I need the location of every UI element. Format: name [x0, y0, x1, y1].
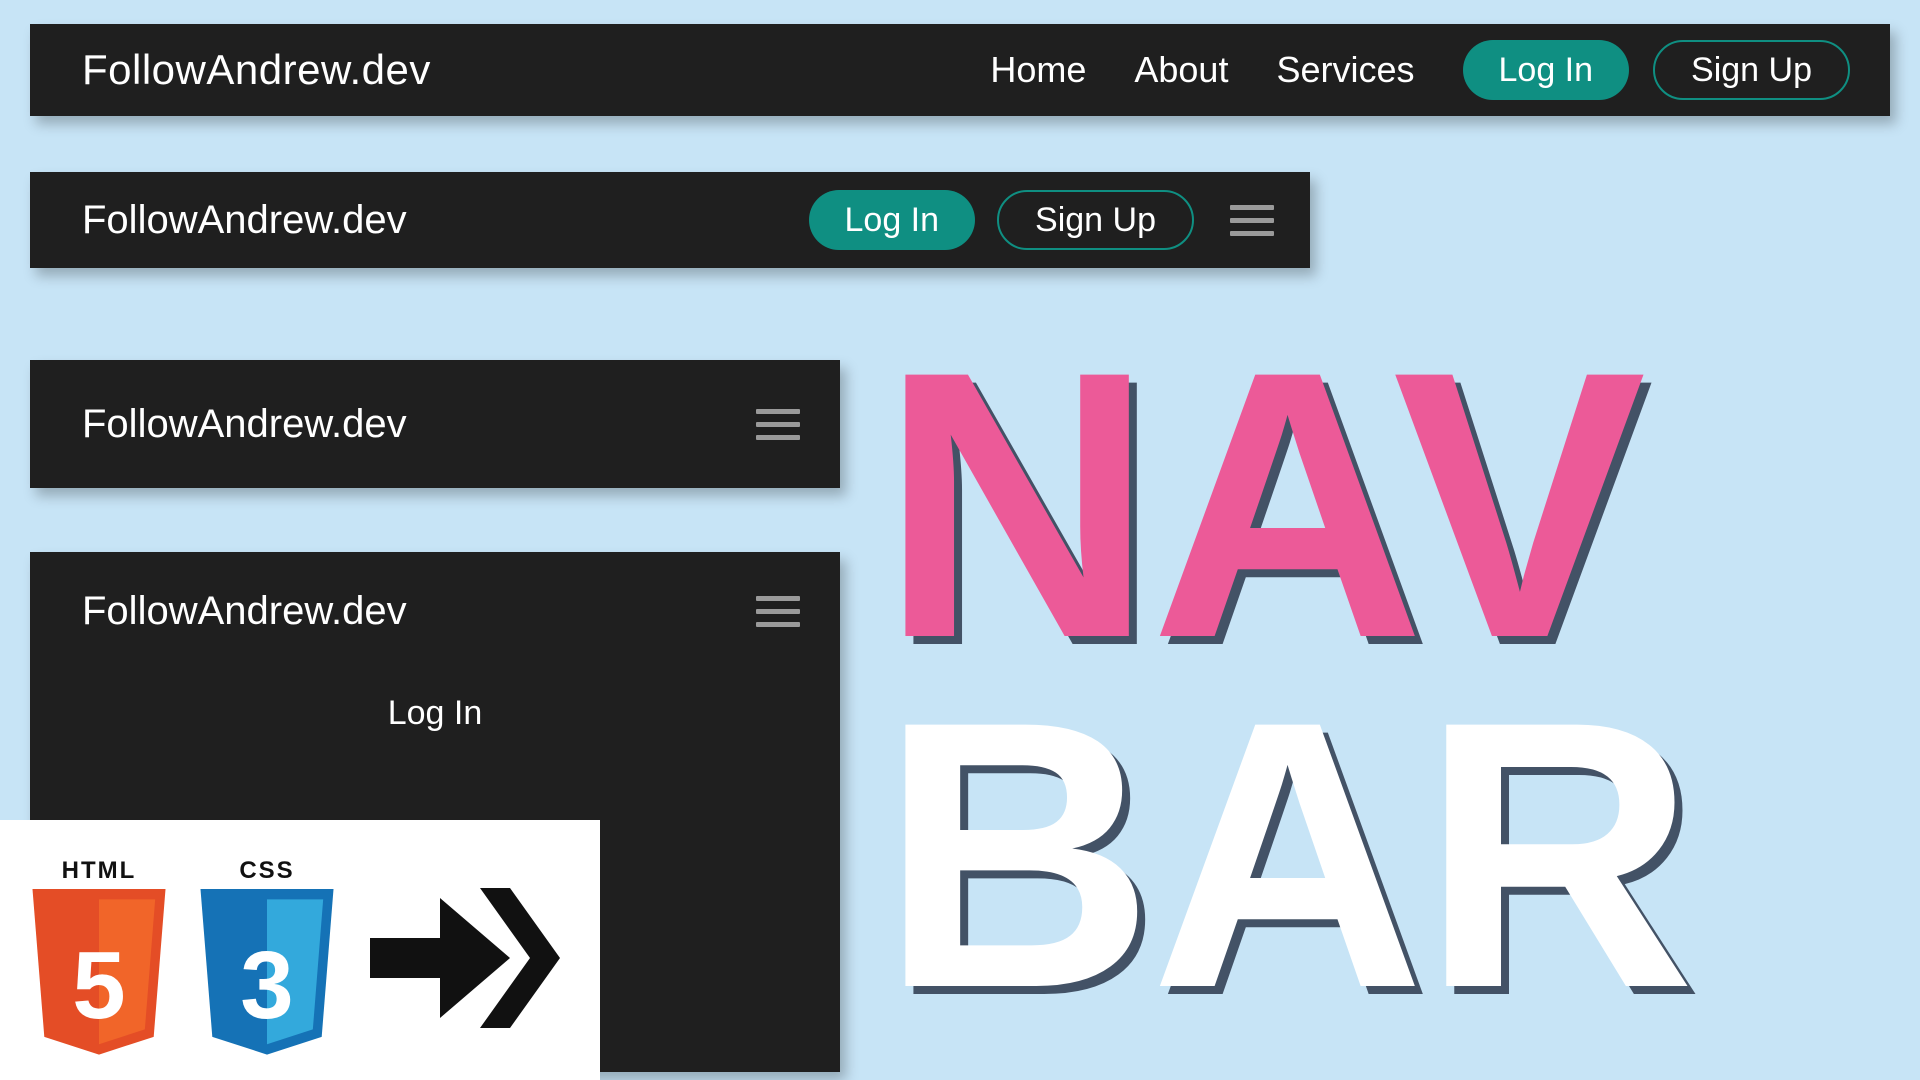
css3-label: CSS — [239, 857, 294, 885]
hero-title: NAV BAR — [880, 330, 1691, 1029]
html5-badge: HTML 5 — [24, 857, 174, 1059]
navbar-tablet: FollowAndrew.dev Log In Sign Up — [30, 172, 1310, 268]
login-button[interactable]: Log In — [1463, 40, 1630, 100]
signup-button[interactable]: Sign Up — [997, 190, 1194, 250]
nav-link-about[interactable]: About — [1134, 49, 1228, 91]
brand-logo[interactable]: FollowAndrew.dev — [82, 589, 407, 634]
css3-number: 3 — [192, 931, 342, 1041]
navbar-small: FollowAndrew.dev — [30, 360, 840, 488]
brand-logo[interactable]: FollowAndrew.dev — [82, 402, 407, 447]
hamburger-icon[interactable] — [756, 409, 800, 440]
css3-badge: CSS 3 — [192, 857, 342, 1059]
arrow-right-icon — [360, 868, 560, 1048]
signup-button[interactable]: Sign Up — [1653, 40, 1850, 100]
tech-badge-panel: HTML 5 CSS 3 — [0, 820, 600, 1080]
html5-label: HTML — [62, 857, 137, 885]
hamburger-icon[interactable] — [1230, 205, 1274, 236]
brand-logo[interactable]: FollowAndrew.dev — [82, 198, 407, 243]
nav-link-home[interactable]: Home — [990, 49, 1086, 91]
hero-title-line2: BAR — [880, 680, 1691, 1030]
login-button[interactable]: Log In — [809, 190, 976, 250]
mobile-menu-login[interactable]: Log In — [80, 670, 790, 756]
brand-logo[interactable]: FollowAndrew.dev — [82, 46, 431, 94]
navbar-desktop: FollowAndrew.dev Home About Services Log… — [30, 24, 1890, 116]
nav-link-services[interactable]: Services — [1276, 49, 1414, 91]
hero-title-line1: NAV — [880, 330, 1691, 680]
hamburger-icon[interactable] — [756, 596, 800, 627]
html5-number: 5 — [24, 931, 174, 1041]
